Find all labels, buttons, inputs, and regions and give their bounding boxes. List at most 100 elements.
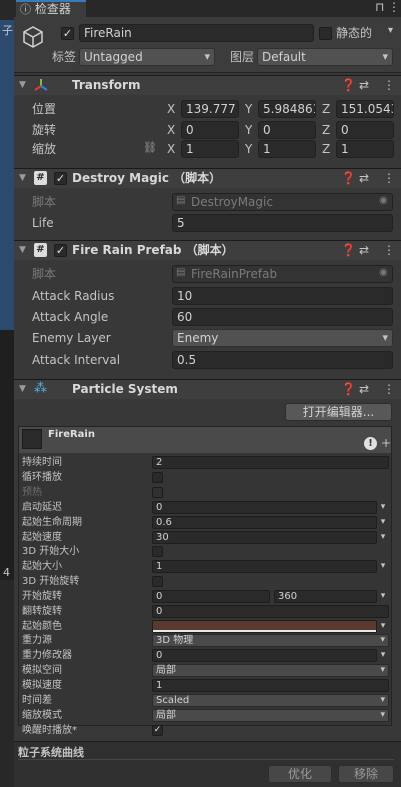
looping-checkbox[interactable]: [152, 472, 163, 483]
prewarm-checkbox[interactable]: [152, 487, 163, 498]
object-name-input[interactable]: FireRain: [79, 24, 314, 42]
start-size-input[interactable]: 1: [152, 560, 377, 573]
help-icon[interactable]: ❓: [341, 168, 356, 188]
duration-input[interactable]: 2: [152, 456, 389, 469]
rotation-z-input[interactable]: 0: [336, 121, 394, 139]
color-mode-dropdown-icon[interactable]: ▾: [378, 620, 388, 633]
preset-icon[interactable]: ⇄: [359, 240, 369, 260]
scaling-mode-dropdown[interactable]: 局部: [152, 709, 389, 722]
axis-x-label[interactable]: X: [167, 101, 175, 117]
help-icon[interactable]: ❓: [341, 379, 356, 399]
component-menu-icon[interactable]: ⋮: [383, 379, 395, 399]
axis-y-label[interactable]: Y: [245, 101, 252, 117]
curve-mode-dropdown-icon[interactable]: ▾: [378, 590, 388, 603]
position-z-input[interactable]: 151.0543: [336, 100, 394, 118]
scale-x-input[interactable]: 1: [181, 140, 239, 158]
start-rotation-max-input[interactable]: 360: [274, 590, 377, 603]
destroy-magic-enabled-checkbox[interactable]: ✓: [54, 172, 67, 185]
left-panel-char-bottom: 4: [3, 566, 10, 579]
component-menu-icon[interactable]: ⋮: [383, 75, 395, 95]
axis-x-label[interactable]: X: [167, 141, 175, 157]
tab-inspector[interactable]: ⓘ 检查器: [16, 0, 86, 17]
rotation-y-input[interactable]: 0: [258, 121, 316, 139]
start-lifetime-input[interactable]: 0.6: [152, 516, 377, 529]
axis-z-label[interactable]: Z: [322, 141, 330, 157]
curve-mode-dropdown-icon[interactable]: ▾: [378, 649, 388, 662]
particle-system-icon: ⁂: [34, 381, 47, 396]
attack-angle-input[interactable]: 60: [172, 308, 393, 326]
axis-y-label[interactable]: Y: [245, 122, 252, 138]
delta-time-dropdown[interactable]: Scaled: [152, 694, 389, 707]
enemy-layer-dropdown[interactable]: Enemy: [172, 329, 393, 347]
curve-mode-dropdown-icon[interactable]: ▾: [378, 516, 388, 529]
constrain-proportions-link-icon[interactable]: ⛓: [143, 141, 157, 154]
static-label: 静态的: [336, 26, 373, 40]
script-doc-icon: ▤: [176, 195, 186, 206]
layer-dropdown[interactable]: Default: [257, 48, 393, 66]
preset-icon[interactable]: ⇄: [359, 75, 369, 95]
life-input[interactable]: 5: [172, 214, 393, 232]
left-panel-edge: 子 4: [0, 0, 14, 787]
start-delay-input[interactable]: 0: [152, 501, 377, 514]
gravity-source-label: 重力源: [22, 635, 52, 646]
axis-x-label[interactable]: X: [167, 122, 175, 138]
fire-rain-prefab-enabled-checkbox[interactable]: ✓: [54, 244, 67, 257]
gravity-source-dropdown[interactable]: 3D 物理: [152, 634, 389, 647]
axis-y-label[interactable]: Y: [245, 141, 252, 157]
start-rotation-3d-checkbox[interactable]: [152, 576, 163, 587]
optimize-button[interactable]: 优化: [268, 765, 332, 783]
looping-label: 循环播放: [22, 472, 62, 483]
curve-mode-dropdown-icon[interactable]: ▾: [378, 501, 388, 514]
transform-axes-icon: [34, 78, 48, 92]
lock-icon[interactable]: ⊓: [375, 0, 384, 14]
active-checkbox[interactable]: ✓: [61, 27, 74, 40]
static-dropdown-arrow[interactable]: ▾: [388, 25, 393, 36]
start-speed-input[interactable]: 30: [152, 531, 377, 544]
object-picker-icon[interactable]: ◉: [379, 267, 388, 278]
script-file-icon: #: [34, 171, 47, 185]
axis-z-label[interactable]: Z: [322, 101, 330, 117]
script-label: 脚本: [32, 267, 57, 281]
curve-mode-dropdown-icon[interactable]: ▾: [378, 560, 388, 573]
start-size-3d-checkbox[interactable]: [152, 546, 163, 557]
warning-icon[interactable]: !: [364, 437, 377, 450]
more-menu-icon[interactable]: ⋮: [388, 0, 400, 14]
scale-z-input[interactable]: 1: [336, 140, 394, 158]
fold-arrow-icon[interactable]: ▼: [19, 379, 26, 399]
simulation-speed-input[interactable]: 1: [152, 679, 389, 692]
static-checkbox[interactable]: [319, 27, 332, 40]
play-on-awake-checkbox[interactable]: ✓: [152, 725, 163, 736]
fold-arrow-icon[interactable]: ▼: [19, 75, 26, 95]
position-x-input[interactable]: 139.777: [181, 100, 239, 118]
fold-arrow-icon[interactable]: ▼: [19, 240, 26, 260]
position-y-input[interactable]: 5.984861: [258, 100, 316, 118]
play-on-awake-label: 唤醒时播放*: [22, 725, 77, 736]
start-rotation-min-input[interactable]: 0: [152, 590, 270, 603]
component-menu-icon[interactable]: ⋮: [383, 240, 395, 260]
script-object-field: DestroyMagic: [172, 193, 393, 211]
axis-z-label[interactable]: Z: [322, 122, 330, 138]
curve-mode-dropdown-icon[interactable]: ▾: [378, 531, 388, 544]
help-icon[interactable]: ❓: [341, 75, 356, 95]
simulation-space-dropdown[interactable]: 局部: [152, 664, 389, 677]
preset-icon[interactable]: ⇄: [359, 168, 369, 188]
gravity-modifier-input[interactable]: 0: [152, 649, 377, 662]
flip-rotation-label: 翻转旋转: [22, 606, 62, 617]
component-menu-icon[interactable]: ⋮: [383, 168, 395, 188]
rotation-x-input[interactable]: 0: [181, 121, 239, 139]
remove-button[interactable]: 移除: [338, 765, 394, 783]
help-icon[interactable]: ❓: [341, 240, 356, 260]
open-editor-button[interactable]: 打开编辑器...: [285, 403, 392, 421]
start-color-swatch[interactable]: [152, 620, 377, 633]
delta-time-label: 时间差: [22, 695, 52, 706]
preset-icon[interactable]: ⇄: [359, 379, 369, 399]
flip-rotation-input[interactable]: 0: [152, 605, 389, 618]
fold-arrow-icon[interactable]: ▼: [19, 168, 26, 188]
tag-dropdown[interactable]: Untagged: [79, 48, 215, 66]
add-module-icon[interactable]: +: [381, 436, 391, 450]
destroy-magic-title: Destroy Magic （脚本）: [72, 171, 222, 185]
object-picker-icon[interactable]: ◉: [379, 195, 388, 206]
attack-radius-input[interactable]: 10: [172, 287, 393, 305]
attack-interval-input[interactable]: 0.5: [172, 351, 393, 369]
scale-y-input[interactable]: 1: [258, 140, 316, 158]
